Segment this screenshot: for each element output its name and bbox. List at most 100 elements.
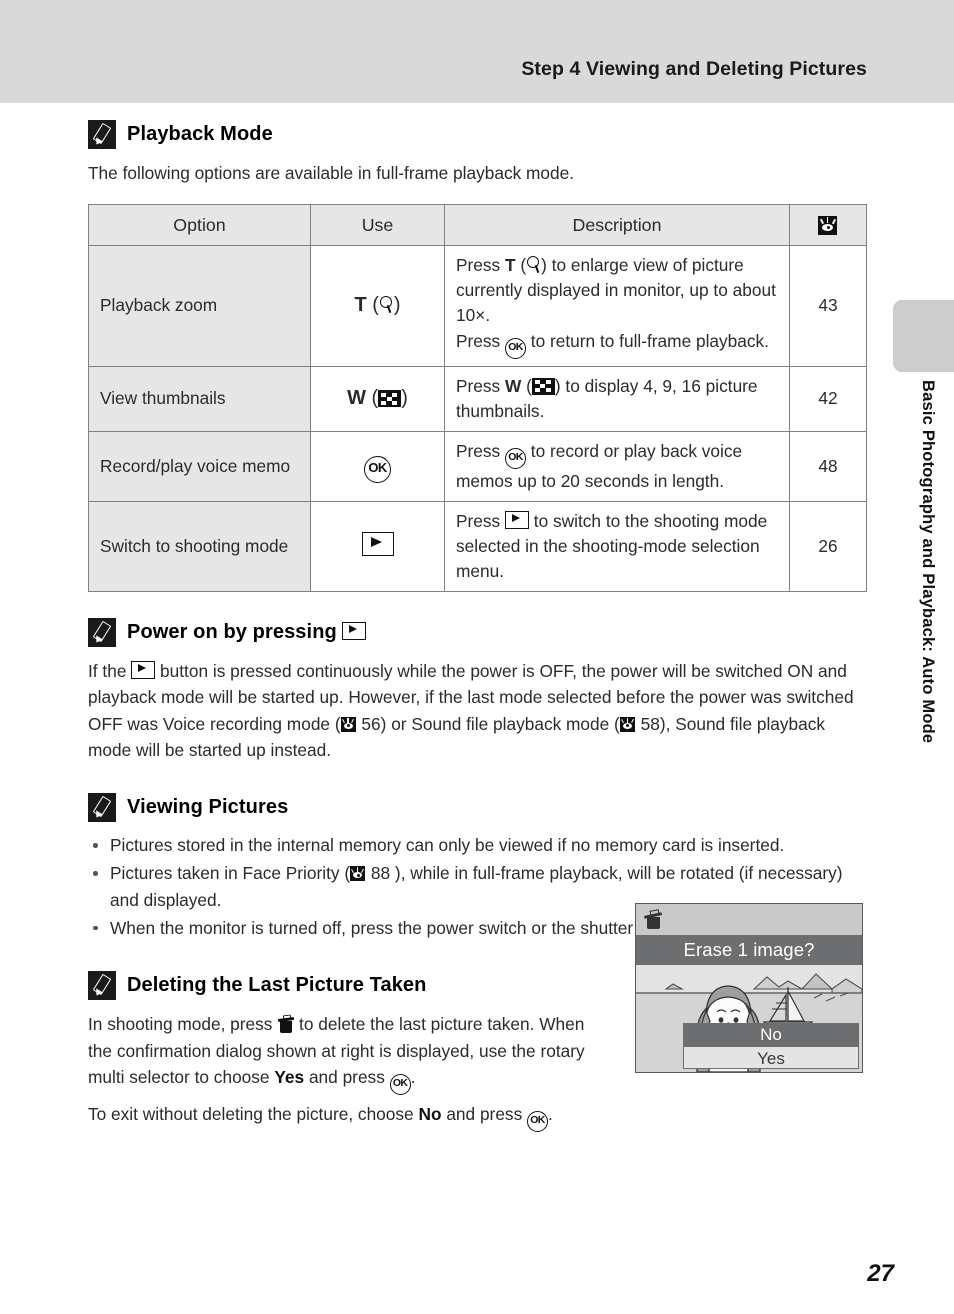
ok-button-icon: OK [527, 1110, 549, 1132]
pencil-note-icon [88, 617, 116, 647]
chapter-tab-label: Basic Photography and Playback: Auto Mod… [919, 380, 937, 744]
deleting-paragraph-2: To exit without deleting the picture, ch… [88, 1101, 608, 1132]
playback-options-table: Option Use Description Playback zoom T (… [88, 204, 867, 592]
reference-page-icon [340, 716, 356, 732]
playback-button-icon [131, 660, 156, 679]
use-key-t: T [354, 294, 367, 317]
table-header-row: Option Use Description [88, 204, 867, 247]
desc-mid: ( [515, 255, 527, 276]
row-reference-playback-zoom: 43 [789, 245, 867, 367]
row-reference-voice-memo: 48 [789, 430, 867, 502]
bullet-pre: Pictures taken in Face Priority ( [110, 863, 351, 884]
row-use-voice-memo: OK [310, 430, 445, 502]
trash-icon [277, 1014, 294, 1034]
use-key-w: W [347, 387, 366, 410]
section-heading-power-on: Power on by pressing [88, 617, 866, 647]
description-line-1: Press W () to display 4, 9, 16 picture t… [456, 374, 778, 424]
row-option-switch-shooting: Switch to shooting mode [88, 500, 311, 592]
desc-pre: Press [456, 375, 505, 396]
ok-button-icon: OK [504, 337, 526, 359]
deleting-paragraph-1: In shooting mode, press to delete the la… [88, 1011, 608, 1095]
table-row: Playback zoom T () Press T () to enlarge… [88, 245, 867, 367]
power-on-title-text: Power on by pressing [127, 620, 343, 643]
trash-icon [643, 909, 663, 930]
column-header-use: Use [310, 204, 445, 247]
desc-key-w: W [504, 375, 522, 396]
description-line-1: Press T () to enlarge view of picture cu… [456, 253, 778, 328]
desc-pre: Press [456, 510, 505, 531]
pencil-note-icon [88, 793, 116, 823]
power-on-body: If the button is pressed continuously wh… [88, 658, 866, 763]
playback-button-icon [342, 621, 367, 640]
playback-mode-title: Playback Mode [127, 123, 273, 145]
row-reference-switch-shooting: 26 [789, 500, 867, 592]
column-header-option: Option [88, 204, 311, 247]
camera-monitor-illustration: Erase 1 image? No Yes [635, 903, 863, 1073]
row-use-switch-shooting [310, 500, 445, 592]
deleting-p2-pre: To exit without deleting the picture, ch… [88, 1103, 419, 1124]
section-heading-viewing-pictures: Viewing Pictures [88, 793, 866, 823]
pencil-note-icon [88, 971, 116, 1001]
row-use-view-thumbnails: W () [310, 365, 445, 432]
list-item: Pictures stored in the internal memory c… [88, 832, 866, 858]
column-header-description: Description [444, 204, 790, 247]
desc-pre: Press [456, 255, 505, 276]
deleting-p2-end: . [548, 1103, 553, 1124]
magnifier-icon [526, 255, 541, 274]
row-reference-view-thumbnails: 42 [789, 365, 867, 432]
viewing-pictures-title: Viewing Pictures [127, 796, 289, 819]
table-row: Record/play voice memo OK Press OK to re… [88, 430, 867, 502]
description-line-1: Press OK to record or play back voice me… [456, 439, 778, 494]
monitor-option-no[interactable]: No [683, 1023, 859, 1046]
desc2-post: to return to full-frame playback. [525, 330, 769, 351]
deleting-no-label: No [418, 1103, 442, 1124]
pencil-note-icon [88, 120, 116, 149]
ok-button-icon: OK [504, 447, 526, 469]
table-row: Switch to shooting mode Press to switch … [88, 500, 867, 592]
row-option-view-thumbnails: View thumbnails [88, 365, 311, 432]
description-line-2: Press OK to return to full-frame playbac… [456, 329, 778, 359]
playback-button-icon [361, 532, 394, 557]
column-header-reference [789, 204, 867, 247]
desc2-pre: Press [456, 330, 505, 351]
desc-key-t: T [504, 255, 516, 276]
reference-page-icon [350, 866, 366, 882]
ok-button-icon: OK [364, 455, 391, 483]
playback-mode-intro: The following options are available in f… [88, 163, 575, 183]
desc-pre: Press [456, 440, 505, 461]
row-use-playback-zoom: T () [310, 245, 445, 367]
row-description-voice-memo: Press OK to record or play back voice me… [444, 430, 790, 502]
chapter-tab-block [893, 300, 954, 372]
deleting-p2-mid: and press [441, 1103, 528, 1124]
power-on-body-1: If the [88, 660, 132, 681]
bullet-text: Pictures stored in the internal memory c… [110, 835, 785, 856]
deleting-p1-pre: In shooting mode, press [88, 1014, 278, 1035]
power-on-ref-1: 56) or Sound file playback mode ( [356, 713, 620, 734]
section-heading-playback-mode: Playback Mode [88, 120, 866, 149]
trash-can [647, 917, 660, 929]
deleting-title: Deleting the Last Picture Taken [127, 974, 427, 997]
deleting-yes-label: Yes [274, 1066, 305, 1087]
row-description-switch-shooting: Press to switch to the shooting mode sel… [444, 500, 790, 592]
magnifier-icon [379, 295, 394, 314]
monitor-option-yes[interactable]: Yes [683, 1046, 859, 1069]
row-description-view-thumbnails: Press W () to display 4, 9, 16 picture t… [444, 365, 790, 432]
desc-mid: ( [521, 375, 532, 396]
page-number: 27 [867, 1260, 894, 1287]
table-row: View thumbnails W () Press W () to displ… [88, 365, 867, 432]
reference-page-icon [619, 716, 635, 732]
monitor-confirm-banner: Erase 1 image? [636, 935, 862, 965]
reference-page-icon [818, 215, 837, 235]
thumbnails-icon [531, 377, 555, 395]
row-option-voice-memo: Record/play voice memo [88, 430, 311, 502]
description-line-1: Press to switch to the shooting mode sel… [456, 509, 778, 584]
playback-button-icon [504, 510, 529, 529]
row-description-playback-zoom: Press T () to enlarge view of picture cu… [444, 245, 790, 367]
ok-button-icon: OK [389, 1073, 411, 1095]
row-option-playback-zoom: Playback zoom [88, 245, 311, 367]
thumbnails-icon [378, 390, 402, 408]
monitor-top-bar [636, 904, 862, 935]
deleting-p1-mid2: and press [304, 1066, 390, 1087]
deleting-p1-end: . [410, 1066, 416, 1087]
power-on-title: Power on by pressing [127, 620, 367, 644]
